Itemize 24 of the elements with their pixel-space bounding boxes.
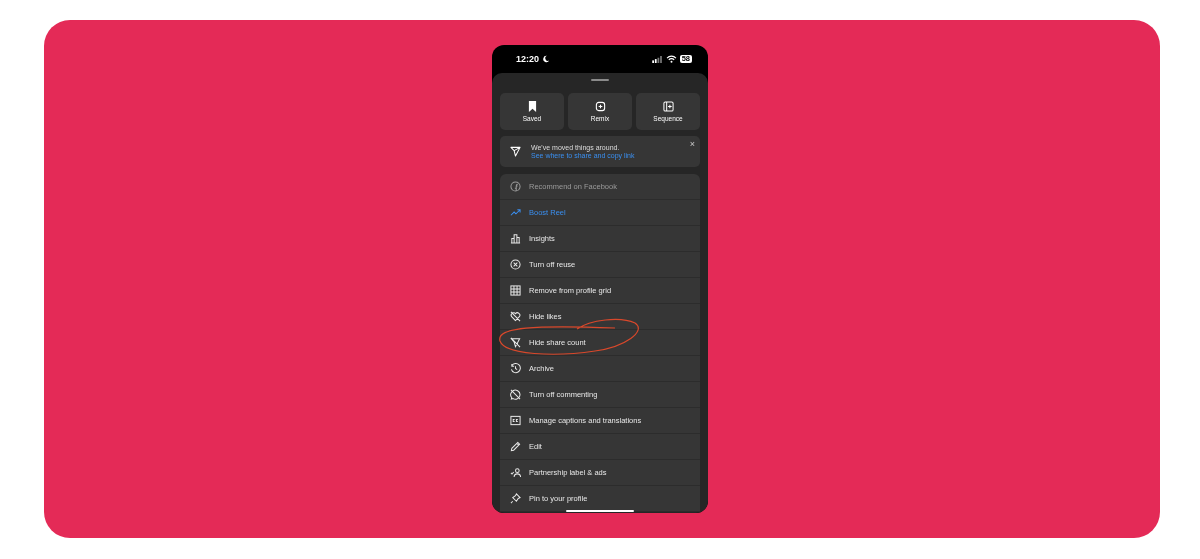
trend-arrow-icon xyxy=(510,207,521,218)
heart-slash-icon xyxy=(510,311,521,322)
facebook-icon xyxy=(510,181,521,192)
wifi-icon xyxy=(665,55,677,63)
person-check-icon xyxy=(510,467,521,478)
status-time: 12:20 xyxy=(516,54,540,64)
moon-icon xyxy=(542,55,551,63)
history-icon xyxy=(510,363,521,374)
send-icon xyxy=(510,146,521,157)
speech-slash-icon xyxy=(510,389,521,400)
remix-icon xyxy=(594,101,606,112)
home-indicator[interactable] xyxy=(566,510,634,512)
signal-icon xyxy=(651,55,663,63)
pin-icon xyxy=(510,493,521,504)
captions-icon xyxy=(510,415,521,426)
grid-icon xyxy=(510,285,521,296)
drag-handle[interactable] xyxy=(591,79,609,81)
send-slash-icon xyxy=(510,337,521,348)
bookmark-icon xyxy=(527,101,537,112)
pencil-icon xyxy=(510,441,521,452)
bar-chart-icon xyxy=(510,233,521,244)
close-button[interactable]: × xyxy=(689,140,695,149)
circle-x-icon xyxy=(510,259,521,270)
sequence-icon xyxy=(662,101,674,112)
